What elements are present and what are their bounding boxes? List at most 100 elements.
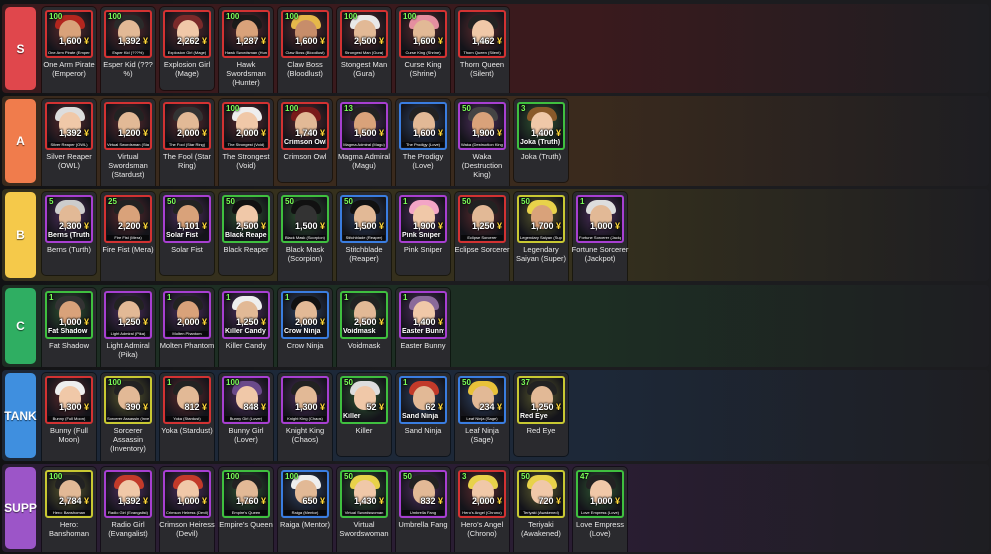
unit-name: Molten Phantom: [159, 341, 215, 350]
unit-card[interactable]: 1 1,900 ¥ Pink Sniper Pink Sniper: [396, 192, 450, 275]
unit-card[interactable]: 100 1,740 ¥ Crimson Owl Crimson Owl: [278, 99, 332, 182]
unit-card[interactable]: 50 1,250 ¥ Eclipse Sorcerer Eclipse Sorcere…: [454, 192, 510, 281]
unit-card[interactable]: 50 1,101 ¥ Solar Fist Solar Fist: [160, 192, 214, 275]
tier-label[interactable]: S: [5, 7, 36, 90]
unit-card[interactable]: 1,200 ¥ Virtual Swordsman (Stardust) Virtu…: [101, 99, 155, 186]
unit-cost: 2,000 ¥: [177, 317, 207, 327]
unit-card[interactable]: 25 2,200 ¥ Fire Fist (Mera) Fire Fist (Mera…: [101, 192, 155, 281]
unit-portrait-caption: Berns (Truth): [48, 232, 90, 239]
unit-portrait: 100 1,600 ¥ Curse King (Shrine): [399, 10, 447, 58]
unit-card[interactable]: 100 848 ¥ Bunny Girl (Lover) Bunny Girl (Lo…: [219, 373, 273, 461]
unit-card[interactable]: 1 1,250 ¥ Killer Candy Killer Candy: [219, 288, 273, 367]
unit-cost-value: 1,600: [412, 36, 436, 46]
unit-card[interactable]: 50 52 ¥ Killer Killer: [337, 373, 391, 456]
unit-card[interactable]: 3 2,000 ¥ Hero's Angel (Chrono) Hero's Ange…: [455, 467, 509, 552]
unit-card[interactable]: 100 2,500 ¥ Strongest Man (Gura) Stongest M…: [337, 7, 391, 93]
unit-card[interactable]: 50 234 ¥ Leaf Ninja (Sage) Leaf Ninja (Sage…: [455, 373, 509, 461]
unit-card[interactable]: 5 2,300 ¥ Berns (Truth) Berns (Turth): [42, 192, 96, 275]
unit-card[interactable]: 1 2,000 ¥ Crow Ninja Crow Ninja: [278, 288, 332, 367]
unit-card[interactable]: 1 1,000 ¥ Fortune Sorcerer (Jackpot) Fortun…: [571, 192, 629, 281]
unit-portrait: 1 2,000 ¥ Crow Ninja: [281, 291, 329, 339]
unit-card[interactable]: 100 2,000 ¥ The Strongest (Void) The Strong…: [219, 99, 273, 186]
tier-label[interactable]: C: [5, 288, 36, 364]
unit-name: Bunny (Full Moon): [50, 426, 88, 444]
unit-portrait: 50 1,101 ¥ Solar Fist: [163, 195, 211, 243]
unit-portrait: 100 1,600 ¥ One Arm Pirate (Emperor): [45, 10, 93, 58]
unit-card[interactable]: 1 1,000 ¥ Fat Shadow Fat Shadow: [42, 288, 96, 367]
unit-portrait-caption: Magma Admiral (Magu): [343, 142, 385, 147]
unit-card[interactable]: 100 1,760 ¥ Empire's Queen Empire's Queen: [219, 467, 273, 552]
unit-card[interactable]: 1 1,400 ¥ Easter Bunny Easter Bunny: [396, 288, 450, 367]
unit-card[interactable]: 37 1,250 ¥ Red Eye Red Eye: [514, 373, 568, 456]
unit-portrait-caption: Claw Boss (Bloodlust): [284, 50, 326, 55]
unit-cost: 2,500 ¥: [354, 317, 384, 327]
unit-portrait: 50 1,500 ¥ Stitchblade (Reaper): [340, 195, 388, 243]
unit-card[interactable]: 100 1,600 ¥ One Arm Pirate (Emperor) One Ar…: [42, 7, 96, 93]
unit-card[interactable]: 1 812 ¥ Yoka (Stardust) Yoka (Stardust): [160, 373, 214, 461]
unit-cost-value: 1,000: [589, 221, 613, 231]
unit-portrait-caption: Crow Ninja: [284, 328, 321, 335]
unit-card[interactable]: 100 1,600 ¥ Curse King (Shrine) Curse King …: [396, 7, 450, 93]
unit-cost: 2,300 ¥: [59, 221, 89, 231]
unit-card[interactable]: 100 1,600 ¥ Claw Boss (Bloodlust) Claw Boss…: [278, 7, 332, 93]
unit-cost-value: 2,500: [235, 221, 259, 231]
unit-cost-value: 1,400: [530, 128, 554, 138]
unit-card[interactable]: 2,262 ¥ Explosion Girl (Mage) Explosion Gi…: [160, 7, 214, 90]
unit-card[interactable]: 50 832 ¥ Umbrella Fang Umbrella Fang: [396, 467, 450, 552]
unit-level: 100: [49, 12, 63, 21]
unit-name: Virtual Swordswoman: [339, 520, 389, 538]
unit-portrait: 100 2,000 ¥ The Strongest (Void): [222, 102, 270, 150]
unit-card[interactable]: 100 390 ¥ Sorcerer Assassin (Inventory) Sor…: [101, 373, 155, 461]
unit-card[interactable]: 1,000 ¥ Crimson Heiress (Devil) Crimson He…: [159, 467, 215, 552]
unit-cost: 1,400 ¥: [531, 128, 561, 138]
unit-card[interactable]: 1,392 ¥ Radio Girl (Evangalist) Radio Girl…: [101, 467, 155, 552]
yen-icon: ¥: [553, 221, 561, 231]
unit-card[interactable]: 1 2,000 ¥ Molten Phantom Molten Phantom: [160, 288, 214, 367]
unit-card[interactable]: 100 650 ¥ Raiga (Mentor) Raiga (Mentor): [278, 467, 332, 552]
unit-level: 3: [521, 104, 526, 113]
unit-card[interactable]: 13 1,500 ¥ Magma Admiral (Magu) Magma Admir…: [337, 99, 391, 186]
unit-card[interactable]: 47 1,000 ¥ Love Empress (Love) Love Empress…: [573, 467, 627, 552]
unit-card[interactable]: 50 1,500 ¥ Stitchblade (Reaper) Stitchblade…: [337, 192, 391, 281]
yen-icon: ¥: [258, 496, 266, 506]
tier-label[interactable]: A: [5, 99, 36, 183]
unit-portrait-caption: Hawk Swordsman (Hunter): [225, 50, 267, 55]
tier-label[interactable]: TANK: [4, 373, 37, 458]
unit-portrait: 25 2,200 ¥ Fire Fist (Mera): [104, 195, 152, 243]
unit-card[interactable]: 1,462 ¥ Thorn Queen (Silent) Thorn Queen (…: [455, 7, 509, 93]
unit-portrait-caption: Love Empress (Love): [579, 510, 621, 515]
unit-level: 100: [403, 12, 417, 21]
yen-icon: ¥: [258, 402, 266, 412]
unit-cost: 2,000 ¥: [177, 128, 207, 138]
unit-cost-value: 2,500: [353, 36, 377, 46]
unit-card[interactable]: 100 2,784 ¥ Hero: Banshoman Hero: Banshoman: [42, 467, 96, 552]
unit-card[interactable]: 1,250 ¥ Light Admiral (Pika) Light Admiral…: [101, 288, 155, 367]
unit-card[interactable]: 50 2,500 ¥ Black Reaper Black Reaper: [219, 192, 273, 275]
yen-icon: ¥: [553, 128, 561, 138]
unit-portrait: 1 1,250 ¥ Killer Candy: [222, 291, 270, 339]
unit-name: Legendary Saiyan (Super): [515, 245, 567, 263]
unit-card[interactable]: 1,392 ¥ Silver Reaper (OWL) Silver Reaper …: [42, 99, 96, 186]
unit-card[interactable]: 100 1,392 ¥ Esper Kid (???%) Esper Kid (???…: [101, 7, 155, 93]
unit-cost-value: 720: [538, 496, 554, 506]
unit-card[interactable]: 100 1,287 ¥ Hawk Swordsman (Hunter) Hawk Sw…: [219, 7, 273, 93]
unit-card[interactable]: 1 62 ¥ Sand Ninja Sand Ninja: [396, 373, 450, 456]
tier-label[interactable]: B: [5, 192, 36, 278]
unit-card[interactable]: 50 1,700 ¥ Legendary Saiyan (Super) Legenda…: [514, 192, 568, 281]
yen-icon: ¥: [199, 402, 207, 412]
unit-cost-value: 650: [302, 496, 318, 506]
tier-label[interactable]: SUPP: [4, 467, 37, 549]
unit-portrait: 1 62 ¥ Sand Ninja: [399, 376, 447, 424]
unit-card[interactable]: 1,600 ¥ The Prodigy (Love) The Prodigy (Lo…: [396, 99, 450, 186]
unit-card[interactable]: 50 1,900 ¥ Waka (Destruction King) Waka (De…: [455, 99, 509, 186]
unit-card[interactable]: 50 1,430 ¥ Virtual Swordswoman Virtual Swor…: [337, 467, 391, 552]
unit-card[interactable]: 50 1,500 ¥ Black Mask (Scorpion) Black Mask…: [278, 192, 332, 281]
unit-card[interactable]: 50 720 ¥ Teriyaki (Awakened) Teriyaki (Awak…: [514, 467, 568, 552]
unit-card[interactable]: 3 1,400 ¥ Joka (Truth) Joka (Truth): [514, 99, 568, 182]
unit-card[interactable]: 1,300 ¥ Knight King (Chaos) Knight King (C…: [278, 373, 332, 461]
unit-card[interactable]: 2,000 ¥ The Fool (Star Ring) The Fool (Sta…: [160, 99, 214, 186]
unit-card[interactable]: 1 2,500 ¥ Voidmask Voidmask: [337, 288, 391, 367]
unit-name: Fortune Sorcerer (Jackpot): [571, 245, 629, 263]
yen-icon: ¥: [317, 36, 325, 46]
unit-card[interactable]: 1,300 ¥ Bunny (Full Moon) Bunny (Full Moon…: [42, 373, 96, 461]
